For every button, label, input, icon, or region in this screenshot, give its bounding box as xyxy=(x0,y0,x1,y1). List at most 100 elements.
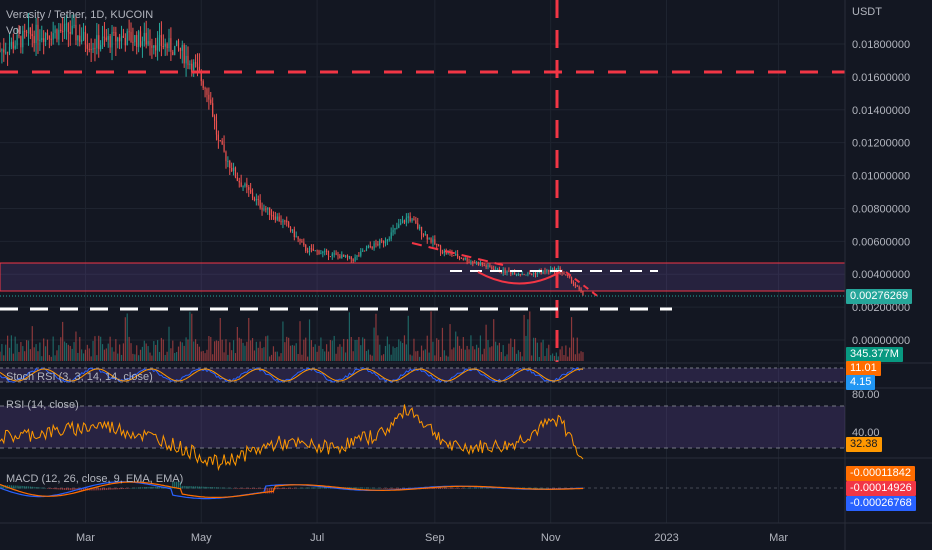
macd-hist-bar xyxy=(151,486,153,489)
macd-hist-bar xyxy=(314,487,316,489)
macd-hist-bar xyxy=(103,488,106,491)
candle-body xyxy=(259,200,261,208)
candle-body xyxy=(519,274,521,276)
candle-body xyxy=(384,241,387,244)
candle-body xyxy=(56,29,58,40)
volume-bar xyxy=(10,335,12,361)
candle-body xyxy=(337,254,339,256)
volume-bar xyxy=(100,336,102,361)
macd-hist-bar xyxy=(101,488,104,491)
volume-bar xyxy=(282,321,284,361)
volume-bar xyxy=(551,353,554,361)
macd-hist-bar xyxy=(12,485,14,489)
chart-canvas[interactable]: 0.01800000 0.01600000 0.01400000 0.01200000… xyxy=(0,0,932,550)
macd-hist-bar xyxy=(96,488,98,491)
volume-bar xyxy=(301,354,303,361)
rsi-80-label: 80.00 xyxy=(852,389,880,401)
macd-hist-bar xyxy=(293,488,295,489)
macd-hist-bar xyxy=(246,488,248,489)
candle-body xyxy=(291,229,294,231)
candle-body xyxy=(496,268,499,270)
volume-bar xyxy=(458,345,461,361)
candle-body xyxy=(570,277,573,283)
macd-hist-bar xyxy=(479,487,482,489)
candle-body xyxy=(576,285,578,287)
volume-bar xyxy=(27,340,30,361)
candle-body xyxy=(98,35,100,50)
time-tick-label: Mar xyxy=(76,532,95,544)
candle-body xyxy=(293,229,295,237)
volume-bar xyxy=(48,355,50,361)
candle-body xyxy=(58,29,60,40)
macd-hist-bar xyxy=(43,487,45,489)
volume-bar xyxy=(257,347,259,361)
volume-bar xyxy=(506,354,508,361)
macd-hist-bar xyxy=(278,488,280,490)
volume-bar xyxy=(384,346,387,361)
volume-bar xyxy=(157,340,159,361)
volume-bar xyxy=(510,338,512,361)
macd-hist-bar xyxy=(307,487,309,489)
volume-bar xyxy=(451,349,453,361)
candle-body xyxy=(119,37,121,42)
candle-body xyxy=(460,257,463,259)
volume-bar xyxy=(438,339,440,361)
macd-hist-bar xyxy=(360,487,362,489)
volume-bar xyxy=(29,349,31,361)
macd-hist-bar xyxy=(303,487,305,489)
candle-body xyxy=(270,215,273,217)
macd-hist-bar xyxy=(22,485,24,489)
candle-body xyxy=(314,250,316,252)
volume-bar xyxy=(299,321,301,361)
candle-body xyxy=(515,274,518,276)
macd-hist-bar xyxy=(377,487,379,489)
candle-body xyxy=(377,244,379,246)
volume-bar xyxy=(6,335,9,361)
volume-bar xyxy=(172,340,174,361)
volume-bar xyxy=(430,311,432,361)
volume-bar xyxy=(420,345,423,361)
macd-hist-bar xyxy=(269,488,271,494)
candle-body xyxy=(88,48,90,50)
candle-body xyxy=(225,151,227,162)
candle-body xyxy=(489,265,491,268)
price-tick-label: 0.01600000 xyxy=(852,72,910,84)
volume-bar xyxy=(411,355,413,361)
candle-body xyxy=(472,261,474,263)
macd-hist-bar xyxy=(198,486,200,489)
macd-hist-bar xyxy=(37,487,39,489)
candle-body xyxy=(453,255,455,257)
volume-bar xyxy=(147,346,149,361)
volume-bar xyxy=(263,347,265,361)
volume-bar xyxy=(52,336,54,361)
candle-body xyxy=(278,216,280,222)
rsi-title[interactable]: RSI (14, close) xyxy=(6,399,79,411)
candle-body xyxy=(341,254,343,259)
candle-body xyxy=(458,257,461,259)
volume-bar xyxy=(293,345,295,361)
volume-bar xyxy=(540,342,542,361)
candle-body xyxy=(43,38,45,42)
macd-hist-bar xyxy=(299,487,301,489)
candle-body xyxy=(542,270,544,274)
candle-body xyxy=(126,31,128,46)
macd-hist-bar xyxy=(548,488,550,489)
volume-bar xyxy=(12,353,14,361)
candle-body xyxy=(20,36,22,48)
volume-bar xyxy=(117,353,119,361)
candle-body xyxy=(474,262,476,264)
candle-body xyxy=(350,256,352,260)
volume-bar xyxy=(212,354,214,361)
volume-bar xyxy=(470,335,472,361)
macd-hist-bar xyxy=(365,487,368,489)
macd-hist-bar xyxy=(141,487,144,489)
candle-body xyxy=(143,32,145,42)
stoch-rsi-title[interactable]: Stoch RSI (3, 3, 14, 14, close) xyxy=(6,371,153,383)
candle-body xyxy=(329,256,332,258)
candle-body xyxy=(358,255,360,257)
macd-hist-bar xyxy=(94,488,96,491)
macd-title[interactable]: MACD (12, 26, close, 9, EMA, EMA) xyxy=(6,473,183,485)
volume-bar xyxy=(327,351,330,361)
volume-bar xyxy=(462,337,464,361)
macd-hist-bar xyxy=(155,486,157,489)
